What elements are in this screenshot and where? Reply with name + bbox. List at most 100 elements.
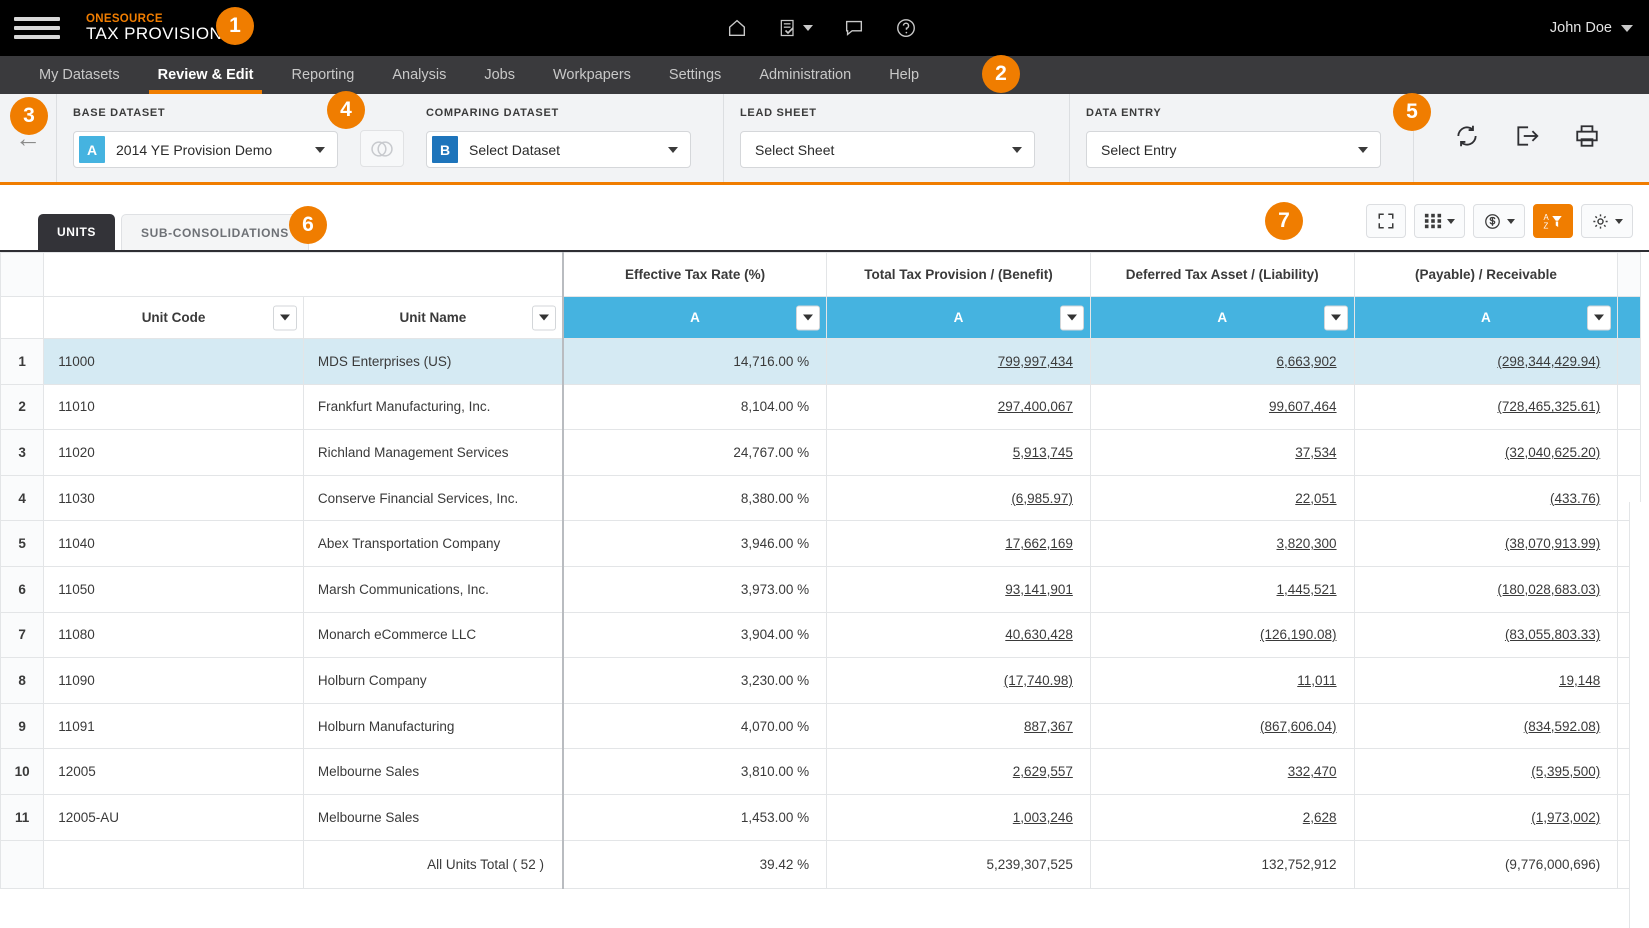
cell-link[interactable]: 6,663,902 [1277, 354, 1337, 369]
table-row[interactable]: 7 11080 Monarch eCommerce LLC 3,904.00 %… [0, 611, 1641, 659]
cell-link[interactable]: 37,534 [1295, 445, 1336, 460]
table-row[interactable]: 9 11091 Holburn Manufacturing 4,070.00 %… [0, 702, 1641, 750]
table-row[interactable]: 8 11090 Holburn Company 3,230.00 % (17,7… [0, 657, 1641, 704]
cell-payable-receivable[interactable]: (834,592.08) [1353, 702, 1619, 750]
cell-link[interactable]: 93,141,901 [1005, 582, 1073, 597]
ttp-filter-button[interactable] [1059, 305, 1084, 330]
cell-link[interactable]: 1,003,246 [1013, 810, 1073, 825]
table-row[interactable]: 5 11040 Abex Transportation Company 3,94… [0, 520, 1641, 567]
cell-total-tax-provision[interactable]: (6,985.97) [826, 474, 1091, 522]
table-row[interactable]: 2 11010 Frankfurt Manufacturing, Inc. 8,… [0, 383, 1641, 431]
unit-code-filter-button[interactable] [272, 305, 297, 330]
nav-item-my-datasets[interactable]: My Datasets [20, 56, 139, 94]
cell-link[interactable]: 19,148 [1559, 673, 1600, 688]
tab-units[interactable]: UNITS [38, 214, 115, 250]
cell-payable-receivable[interactable]: (298,344,429.94) [1353, 338, 1619, 385]
nav-item-help[interactable]: Help [870, 56, 938, 94]
cell-link[interactable]: (298,344,429.94) [1497, 354, 1600, 369]
cell-link[interactable]: (6,985.97) [1011, 491, 1073, 506]
cell-link[interactable]: 5,913,745 [1013, 445, 1073, 460]
nav-item-reporting[interactable]: Reporting [272, 56, 373, 94]
hamburger-menu-icon[interactable] [14, 17, 60, 39]
currency-button[interactable] [1473, 204, 1525, 238]
help-icon[interactable] [895, 17, 917, 39]
table-row[interactable]: 11 12005-AU Melbourne Sales 1,453.00 % 1… [0, 793, 1641, 841]
cell-total-tax-provision[interactable]: 887,367 [826, 702, 1091, 750]
cell-payable-receivable[interactable]: (38,070,913.99) [1353, 520, 1619, 567]
cell-deferred-tax-asset[interactable]: 22,051 [1089, 474, 1355, 522]
cell-link[interactable]: (38,070,913.99) [1505, 536, 1600, 551]
cell-link[interactable]: (834,592.08) [1524, 719, 1601, 734]
cell-link[interactable]: 17,662,169 [1005, 536, 1073, 551]
nav-item-administration[interactable]: Administration [740, 56, 870, 94]
cell-deferred-tax-asset[interactable]: 37,534 [1089, 429, 1355, 476]
etr-filter-button[interactable] [796, 305, 821, 330]
cell-link[interactable]: (83,055,803.33) [1505, 627, 1600, 642]
cell-link[interactable]: 332,470 [1288, 764, 1337, 779]
cell-total-tax-provision[interactable]: 297,400,067 [826, 383, 1091, 431]
cell-link[interactable]: 887,367 [1024, 719, 1073, 734]
cell-link[interactable]: 40,630,428 [1005, 627, 1073, 642]
cell-link[interactable]: 799,997,434 [998, 354, 1073, 369]
cell-deferred-tax-asset[interactable]: 6,663,902 [1089, 338, 1355, 385]
cell-link[interactable]: 22,051 [1295, 491, 1336, 506]
cell-link[interactable]: 99,607,464 [1269, 399, 1337, 414]
nav-item-review-edit[interactable]: Review & Edit [139, 56, 273, 94]
cell-total-tax-provision[interactable]: 799,997,434 [826, 338, 1091, 385]
cell-payable-receivable[interactable]: (728,465,325.61) [1353, 383, 1619, 431]
table-row[interactable]: 3 11020 Richland Management Services 24,… [0, 429, 1641, 476]
cell-deferred-tax-asset[interactable]: 1,445,521 [1089, 565, 1355, 613]
cell-total-tax-provision[interactable]: 17,662,169 [826, 520, 1091, 567]
cell-deferred-tax-asset[interactable]: 11,011 [1089, 657, 1355, 704]
cell-link[interactable]: (17,740.98) [1004, 673, 1073, 688]
sort-filter-button[interactable]: A Z [1533, 204, 1573, 238]
table-row[interactable]: 6 11050 Marsh Communications, Inc. 3,973… [0, 565, 1641, 613]
cell-link[interactable]: (867,606.04) [1260, 719, 1337, 734]
task-list-icon[interactable] [778, 17, 813, 39]
cell-total-tax-provision[interactable]: 5,913,745 [826, 429, 1091, 476]
cell-deferred-tax-asset[interactable]: (867,606.04) [1089, 702, 1355, 750]
cell-link[interactable]: (126,190.08) [1260, 627, 1337, 642]
cell-link[interactable]: (32,040,625.20) [1505, 445, 1600, 460]
cell-total-tax-provision[interactable]: 93,141,901 [826, 565, 1091, 613]
columns-button[interactable] [1414, 204, 1465, 238]
print-button[interactable] [1574, 123, 1600, 154]
cell-link[interactable]: (1,973,002) [1531, 810, 1600, 825]
cell-payable-receivable[interactable]: (83,055,803.33) [1353, 611, 1619, 659]
cell-total-tax-provision[interactable]: 40,630,428 [826, 611, 1091, 659]
cell-link[interactable]: (433.76) [1550, 491, 1600, 506]
table-row[interactable]: 10 12005 Melbourne Sales 3,810.00 % 2,62… [0, 748, 1641, 795]
refresh-button[interactable] [1454, 123, 1480, 154]
cell-total-tax-provision[interactable]: 2,629,557 [826, 748, 1091, 795]
cell-link[interactable]: 3,820,300 [1277, 536, 1337, 551]
cell-payable-receivable[interactable]: (433.76) [1353, 474, 1619, 522]
table-row[interactable]: 1 11000 MDS Enterprises (US) 14,716.00 %… [0, 338, 1641, 385]
cell-deferred-tax-asset[interactable]: 99,607,464 [1089, 383, 1355, 431]
nav-item-jobs[interactable]: Jobs [465, 56, 534, 94]
lead-sheet-select[interactable]: Select Sheet [740, 131, 1035, 168]
settings-button[interactable] [1581, 204, 1633, 238]
vertical-scrollbar[interactable] [1629, 502, 1649, 928]
export-button[interactable] [1514, 123, 1540, 154]
cell-link[interactable]: (180,028,683.03) [1497, 582, 1600, 597]
cell-deferred-tax-asset[interactable]: 3,820,300 [1089, 520, 1355, 567]
data-entry-select[interactable]: Select Entry [1086, 131, 1381, 168]
compare-datasets-button[interactable] [360, 130, 404, 167]
cell-link[interactable]: (728,465,325.61) [1497, 399, 1600, 414]
cell-link[interactable]: 11,011 [1297, 673, 1336, 688]
table-row[interactable]: 4 11030 Conserve Financial Services, Inc… [0, 474, 1641, 522]
user-menu[interactable]: John Doe [1550, 0, 1633, 56]
home-icon[interactable] [726, 17, 748, 39]
unit-name-filter-button[interactable] [531, 305, 556, 330]
cell-total-tax-provision[interactable]: (17,740.98) [826, 657, 1091, 704]
cell-payable-receivable[interactable]: (5,395,500) [1353, 748, 1619, 795]
nav-item-workpapers[interactable]: Workpapers [534, 56, 650, 94]
cell-total-tax-provision[interactable]: 1,003,246 [826, 793, 1091, 841]
nav-item-analysis[interactable]: Analysis [373, 56, 465, 94]
comparing-dataset-select[interactable]: B Select Dataset [426, 131, 691, 168]
nav-item-settings[interactable]: Settings [650, 56, 740, 94]
cell-link[interactable]: 2,629,557 [1013, 764, 1073, 779]
cell-deferred-tax-asset[interactable]: (126,190.08) [1089, 611, 1355, 659]
pr-filter-button[interactable] [1587, 305, 1612, 330]
fullscreen-button[interactable] [1366, 204, 1406, 238]
